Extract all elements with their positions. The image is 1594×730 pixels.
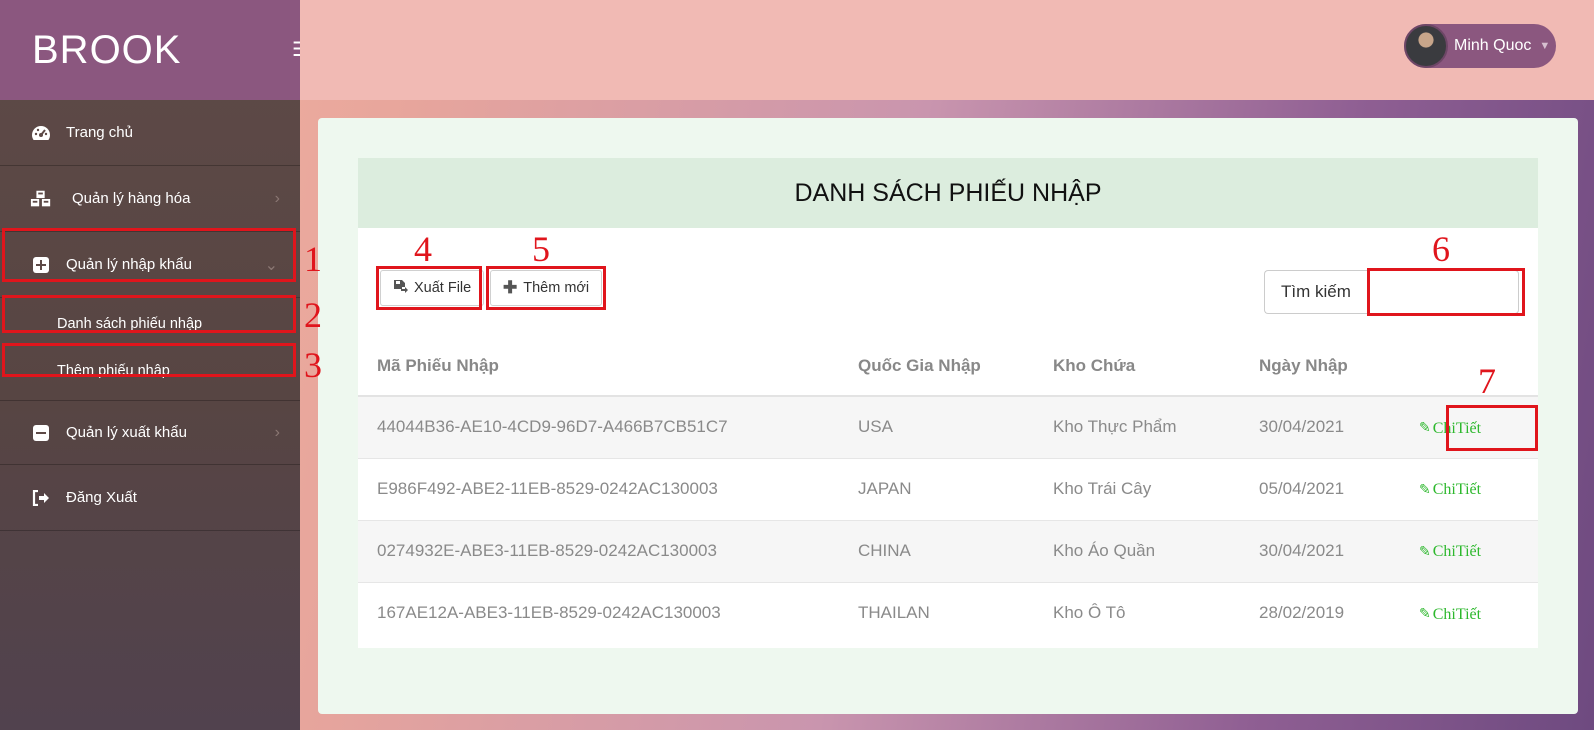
action-cell: ✎ ChiTiết <box>1419 581 1538 644</box>
action-cell: ✎ ChiTiết <box>1419 519 1538 582</box>
cubes-icon <box>30 188 52 210</box>
table-row: 167AE12A-ABE3-11EB-8529-0242AC130003 THA… <box>358 581 1538 644</box>
plus-square-icon <box>30 254 52 276</box>
brand-logo[interactable]: BROOK <box>0 0 300 100</box>
sidebar-item-products[interactable]: Quản lý hàng hóa › <box>0 166 300 232</box>
detail-link[interactable]: ✎ ChiTiết <box>1419 481 1481 499</box>
pencil-icon: ✎ <box>1419 482 1431 498</box>
annotation-label: 2 <box>304 295 322 335</box>
detail-label: ChiTiết <box>1432 605 1482 623</box>
import-table: Mã Phiếu Nhập Quốc Gia Nhập Kho Chứa Ngà… <box>358 336 1538 644</box>
page-title: DANH SÁCH PHIẾU NHẬP <box>358 158 1538 228</box>
detail-label: ChiTiết <box>1432 481 1482 499</box>
sidebar-item-export[interactable]: Quản lý xuất khẩu › <box>0 401 300 465</box>
warehouse-cell: Kho Thực Phẩm <box>1053 395 1259 458</box>
date-cell: 30/04/2021 <box>1259 519 1419 582</box>
chevron-right-icon: › <box>274 423 280 441</box>
date-cell: 30/04/2021 <box>1259 395 1419 458</box>
sidebar-item-label: Quản lý hàng hóa <box>72 190 191 207</box>
sign-out-icon <box>30 487 52 509</box>
action-cell: ✎ ChiTiết <box>1419 457 1538 520</box>
search-group: Tìm kiếm <box>1264 270 1519 314</box>
export-file-label: Xuất File <box>414 280 472 296</box>
annotation-label: 3 <box>304 345 322 385</box>
topbar: Minh Quoc ▼ <box>300 0 1594 100</box>
column-header[interactable]: Quốc Gia Nhập <box>858 336 1053 397</box>
country-cell: JAPAN <box>858 457 1053 520</box>
country-cell: CHINA <box>858 519 1053 582</box>
sidebar-subitem-label: Danh sách phiếu nhập <box>57 316 203 332</box>
sidebar-item-label: Quản lý xuất khẩu <box>66 424 187 441</box>
user-name: Minh Quoc <box>1454 37 1532 54</box>
warehouse-cell: Kho Ô Tô <box>1053 581 1259 644</box>
file-export-icon <box>393 279 408 298</box>
add-new-label: Thêm mới <box>523 280 590 296</box>
sidebar-subitem-label: Thêm phiếu nhập <box>57 363 170 379</box>
annotation-label: 7 <box>1478 361 1496 401</box>
sidebar: BROOK Trang chủ Quản lý hàng hóa › Quản … <box>0 0 300 730</box>
detail-link[interactable]: ✎ ChiTiết <box>1419 543 1481 561</box>
submenu-import: Danh sách phiếu nhập Thêm phiếu nhập <box>0 298 300 401</box>
table-row: E986F492-ABE2-11EB-8529-0242AC130003 JAP… <box>358 457 1538 520</box>
caret-down-icon: ▼ <box>1539 40 1551 52</box>
column-header[interactable]: Mã Phiếu Nhập <box>358 336 858 397</box>
plus-icon: ✚ <box>503 278 518 297</box>
date-cell: 28/02/2019 <box>1259 581 1419 644</box>
pencil-icon: ✎ <box>1419 607 1431 622</box>
column-header[interactable]: Kho Chứa <box>1053 336 1259 397</box>
table-header-row: Mã Phiếu Nhập Quốc Gia Nhập Kho Chứa Ngà… <box>358 336 1538 397</box>
table-row: 0274932E-ABE3-11EB-8529-0242AC130003 CHI… <box>358 519 1538 582</box>
table-row: 44044B36-AE10-4CD9-96D7-A466B7CB51C7 USA… <box>358 395 1538 458</box>
export-file-button[interactable]: Xuất File <box>380 270 485 306</box>
search-label: Tìm kiếm <box>1264 270 1367 314</box>
search-input[interactable] <box>1366 270 1519 314</box>
detail-link[interactable]: ✎ ChiTiết <box>1419 420 1481 438</box>
sidebar-item-label: Quản lý nhập khẩu <box>66 256 192 273</box>
chevron-down-icon: ⌄ <box>264 256 278 274</box>
sidebar-item-label: Trang chủ <box>66 124 133 141</box>
chevron-right-icon: › <box>274 189 280 207</box>
sidebar-item-label: Đăng Xuất <box>66 489 137 506</box>
pencil-icon: ✎ <box>1419 421 1431 436</box>
sidebar-item-import[interactable]: Quản lý nhập khẩu ⌄ <box>0 232 300 298</box>
annotation-label: 1 <box>304 239 322 279</box>
annotation-label: 5 <box>532 229 550 269</box>
sidebar-subitem-import-list[interactable]: Danh sách phiếu nhập <box>0 302 300 346</box>
date-cell: 05/04/2021 <box>1259 457 1419 520</box>
sidebar-item-home[interactable]: Trang chủ <box>0 100 300 166</box>
sidebar-item-logout[interactable]: Đăng Xuất <box>0 465 300 531</box>
country-cell: USA <box>858 395 1053 458</box>
pencil-icon: ✎ <box>1419 544 1431 560</box>
sidebar-subitem-add-import[interactable]: Thêm phiếu nhập <box>0 346 300 396</box>
action-cell: ✎ ChiTiết <box>1419 395 1538 458</box>
add-new-button[interactable]: ✚ Thêm mới <box>490 270 603 306</box>
user-menu[interactable]: Minh Quoc ▼ <box>1404 24 1556 68</box>
warehouse-cell: Kho Áo Quần <box>1053 519 1259 582</box>
detail-label: ChiTiết <box>1432 419 1482 437</box>
detail-label: ChiTiết <box>1432 543 1482 561</box>
import-id-cell: E986F492-ABE2-11EB-8529-0242AC130003 <box>358 457 858 520</box>
column-header[interactable]: Ngày Nhập <box>1259 336 1419 397</box>
warehouse-cell: Kho Trái Cây <box>1053 457 1259 520</box>
country-cell: THAILAN <box>858 581 1053 644</box>
detail-link[interactable]: ✎ ChiTiết <box>1419 606 1481 624</box>
annotation-label: 6 <box>1432 229 1450 269</box>
import-id-cell: 0274932E-ABE3-11EB-8529-0242AC130003 <box>358 519 858 582</box>
minus-square-icon <box>30 422 52 444</box>
import-id-cell: 44044B36-AE10-4CD9-96D7-A466B7CB51C7 <box>358 395 858 458</box>
import-id-cell: 167AE12A-ABE3-11EB-8529-0242AC130003 <box>358 581 858 644</box>
avatar <box>1404 24 1448 68</box>
tachometer-icon <box>30 122 52 144</box>
annotation-label: 4 <box>414 229 432 269</box>
